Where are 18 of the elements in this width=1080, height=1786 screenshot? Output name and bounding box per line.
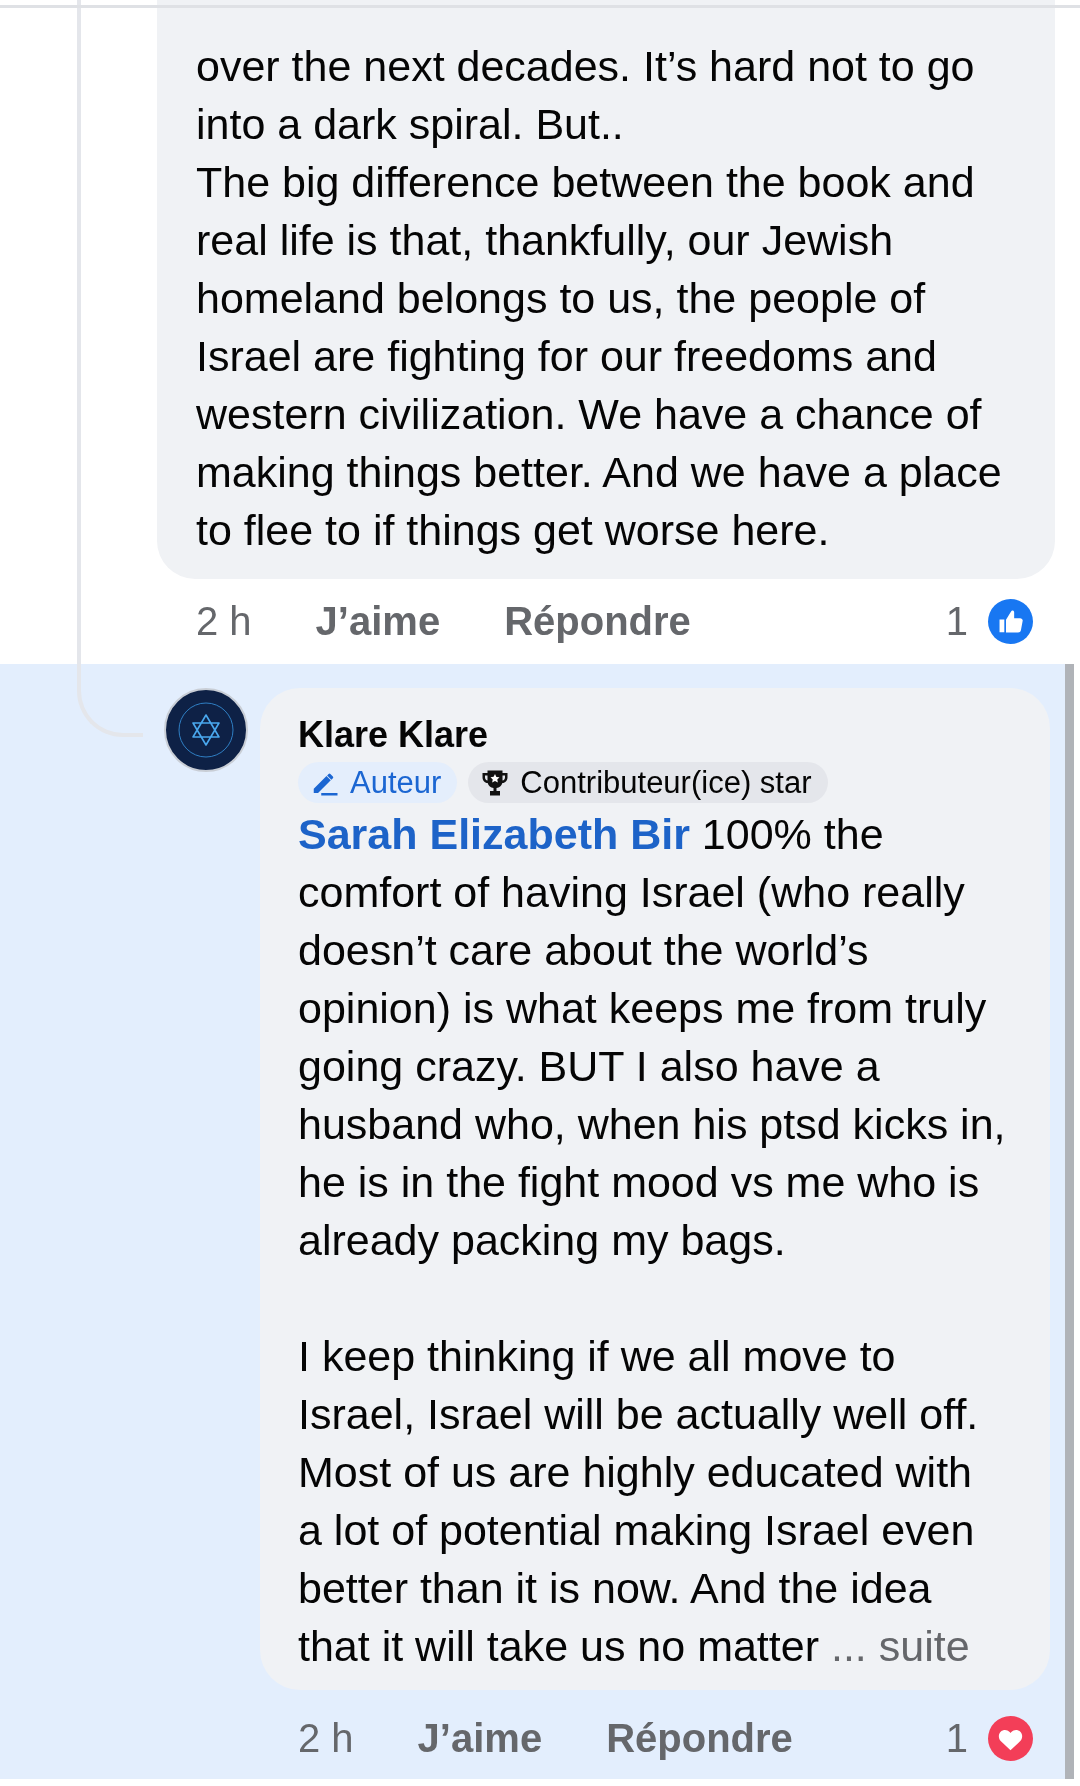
reaction-count: 1 [945, 599, 968, 644]
reaction-count: 1 [945, 1716, 968, 1761]
like-link[interactable]: J’aime [315, 599, 441, 644]
badge-label: Auteur [350, 764, 442, 801]
mention-link[interactable]: Sarah Elizabeth Bir [298, 810, 690, 858]
reply-link[interactable]: Répondre [504, 599, 691, 644]
author-name[interactable]: Klare Klare [298, 712, 1040, 758]
reply-text: Sarah Elizabeth Bir 100% the comfort of having Israel (who really doesn’t care about the world’s opinion) is what keeps me from truly going crazy. BUT I also have a husband who, when his ptsd kicks in, he is in the fight mood vs me who is already packing my bags. [298, 809, 1007, 1266]
see-more-link[interactable]: ... suite [830, 1622, 970, 1670]
like-link[interactable]: J’aime [417, 1716, 543, 1761]
reply-link[interactable]: Répondre [606, 1716, 793, 1761]
avatar[interactable] [164, 688, 248, 772]
reply-text: I keep thinking if we all move to Israel, Israel will be actually well off. Most of us are highly educated with a lot of potential making Israel even better than it is now. And the idea that it will take us no matter ... suite [298, 1331, 980, 1672]
comment-text: over the next decades. It’s hard not to go into a dark spiral. But.. The big difference between the book and real life is that, thankfully, our Jewish homeland belongs to us, the people of Israel are fighting for our freedoms and western civilization. We have a chance of making things better. And we have a place to flee to if things get worse here. [196, 41, 1003, 556]
badge-label: Contributeur(ice) star [520, 764, 812, 801]
timestamp: 2 h [298, 1716, 354, 1761]
timestamp: 2 h [196, 599, 252, 644]
thumbs-up-icon[interactable] [988, 599, 1033, 644]
